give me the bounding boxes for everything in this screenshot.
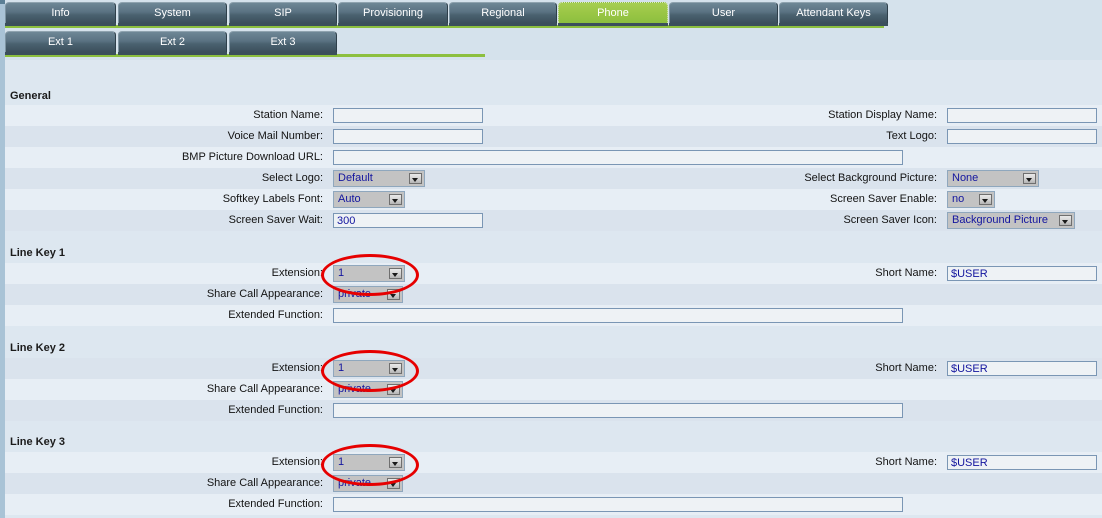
short-name-input[interactable] — [947, 266, 1097, 281]
primary-tab-base-4 — [449, 23, 557, 26]
field-label-short-name: Short Name: — [5, 358, 937, 379]
select-background-picture-select-value: None — [952, 171, 978, 186]
primary-tab-user[interactable]: User — [669, 2, 778, 23]
share-call-appearance-select[interactable]: private — [333, 475, 403, 492]
primary-tab-base-0 — [5, 23, 116, 26]
field-label-extended-function: Extended Function: — [5, 305, 323, 326]
screen-saver-enable-select[interactable]: no — [947, 191, 995, 208]
chevron-down-icon[interactable] — [1059, 215, 1072, 226]
chevron-down-icon[interactable] — [387, 478, 400, 489]
extended-function-input[interactable] — [333, 403, 903, 418]
primary-tab-base-6 — [669, 23, 778, 26]
field-label-extended-function: Extended Function: — [5, 494, 323, 515]
extended-function-input[interactable] — [333, 308, 903, 323]
short-name-input[interactable] — [947, 455, 1097, 470]
primary-tab-system[interactable]: System — [118, 2, 227, 23]
secondary-tab-ext-3[interactable]: Ext 3 — [229, 31, 337, 52]
bmp-picture-download-url-input[interactable] — [333, 150, 903, 165]
primary-tab-base-1 — [118, 23, 227, 26]
field-label-bmp-picture-download-url: BMP Picture Download URL: — [5, 147, 323, 168]
secondary-tab-base-0 — [5, 52, 116, 55]
share-call-appearance-select[interactable]: private — [333, 381, 403, 398]
primary-tab-base-3 — [338, 23, 448, 26]
screen-saver-icon-select[interactable]: Background Picture — [947, 212, 1075, 229]
share-call-appearance-select-value: private — [338, 382, 371, 397]
secondary-tab-ext-2[interactable]: Ext 2 — [118, 31, 227, 52]
chevron-down-icon[interactable] — [979, 194, 992, 205]
field-label-screen-saver-icon: Screen Saver Icon: — [5, 210, 937, 231]
field-label-share-call-appearance: Share Call Appearance: — [5, 284, 323, 305]
section-title-line-key-3: Line Key 3 — [10, 434, 65, 450]
field-label-share-call-appearance: Share Call Appearance: — [5, 473, 323, 494]
field-label-extended-function: Extended Function: — [5, 400, 323, 421]
field-label-short-name: Short Name: — [5, 452, 937, 473]
primary-tab-sip[interactable]: SIP — [229, 2, 337, 23]
select-background-picture-select[interactable]: None — [947, 170, 1039, 187]
primary-tab-phone[interactable]: Phone — [558, 2, 668, 23]
secondary-tab-ext-1[interactable]: Ext 1 — [5, 31, 116, 52]
primary-tab-info[interactable]: Info — [5, 2, 116, 23]
chevron-down-icon[interactable] — [1023, 173, 1036, 184]
chevron-down-icon[interactable] — [387, 384, 400, 395]
section-title-line-key-2: Line Key 2 — [10, 340, 65, 356]
field-label-share-call-appearance: Share Call Appearance: — [5, 379, 323, 400]
primary-tab-base-5 — [558, 23, 668, 26]
share-call-appearance-select[interactable]: private — [333, 286, 403, 303]
extended-function-input[interactable] — [333, 497, 903, 512]
screen-saver-enable-select-value: no — [952, 192, 964, 207]
share-call-appearance-select-value: private — [338, 287, 371, 302]
field-label-short-name: Short Name: — [5, 263, 937, 284]
primary-tab-regional[interactable]: Regional — [449, 2, 557, 23]
text-logo-input[interactable] — [947, 129, 1097, 144]
section-title-line-key-1: Line Key 1 — [10, 245, 65, 261]
settings-content-area: GeneralStation Name:Station Display Name… — [5, 60, 1102, 518]
field-label-station-display-name: Station Display Name: — [5, 105, 937, 126]
field-label-select-background-picture: Select Background Picture: — [5, 168, 937, 189]
secondary-tab-bar: Ext 1Ext 2Ext 3 — [5, 29, 1102, 57]
station-display-name-input[interactable] — [947, 108, 1097, 123]
primary-tab-bar: InfoSystemSIPProvisioningRegionalPhoneUs… — [5, 0, 1102, 28]
share-call-appearance-select-value: private — [338, 476, 371, 491]
phone-configuration-page: InfoSystemSIPProvisioningRegionalPhoneUs… — [0, 0, 1102, 518]
short-name-input[interactable] — [947, 361, 1097, 376]
screen-saver-icon-select-value: Background Picture — [952, 213, 1048, 228]
secondary-tab-base-1 — [118, 52, 227, 55]
field-label-screen-saver-enable: Screen Saver Enable: — [5, 189, 937, 210]
secondary-tab-base-2 — [229, 52, 337, 55]
primary-tab-base-2 — [229, 23, 337, 26]
section-title-general: General — [10, 88, 51, 104]
chevron-down-icon[interactable] — [387, 289, 400, 300]
primary-tab-attendant-keys[interactable]: Attendant Keys — [779, 2, 888, 23]
primary-tab-provisioning[interactable]: Provisioning — [338, 2, 448, 23]
field-label-text-logo: Text Logo: — [5, 126, 937, 147]
primary-tab-base-7 — [779, 23, 888, 26]
